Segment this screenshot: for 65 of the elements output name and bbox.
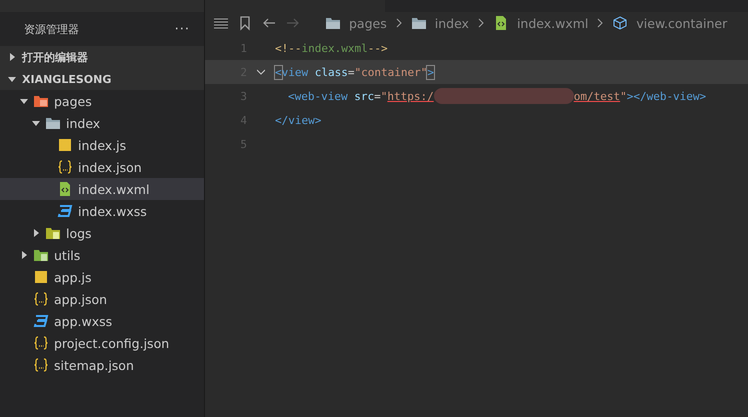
braces-icon — [57, 159, 73, 175]
css-file-icon — [57, 203, 73, 219]
braces-icon — [33, 291, 49, 307]
code-token: <!-- — [275, 42, 302, 54]
fold-chevron-icon[interactable] — [257, 68, 265, 76]
tree-item[interactable]: index — [0, 112, 204, 134]
code-token: " — [380, 90, 388, 102]
code-token: " — [620, 90, 627, 102]
more-button[interactable]: ··· — [174, 22, 190, 36]
code-token: "container" — [354, 66, 428, 78]
tree-item[interactable]: app.wxss — [0, 310, 204, 332]
chevron-icon — [476, 18, 485, 28]
chevron-icon — [394, 18, 403, 28]
tree-item[interactable]: index.wxml — [0, 178, 204, 200]
code-token: = — [348, 66, 354, 78]
folder-icon — [325, 15, 341, 31]
folder-icon — [33, 247, 49, 263]
braces-icon — [33, 357, 49, 373]
code-token: index.wxml — [302, 42, 368, 54]
caret-down-icon — [32, 119, 40, 127]
code-token: view — [282, 66, 308, 78]
tree-item[interactable]: logs — [0, 222, 204, 244]
js-file-icon — [57, 137, 73, 153]
folder-icon — [33, 93, 49, 109]
section-header[interactable]: XIANGLESONG — [0, 68, 204, 90]
breadcrumb-item[interactable]: pages — [349, 16, 387, 30]
code-token: = — [374, 90, 381, 102]
css-file-icon — [33, 313, 49, 329]
tree-item[interactable]: index.wxss — [0, 200, 204, 222]
code-token: </view> — [275, 114, 322, 126]
code-token: <web-view — [288, 90, 348, 102]
code-token: src — [353, 90, 374, 102]
tree-item[interactable]: app.js — [0, 266, 204, 288]
caret-down-icon — [8, 75, 16, 83]
panel-title: 资源管理器 — [24, 22, 79, 36]
code-token: < — [275, 66, 282, 78]
caret-right-icon — [20, 251, 28, 259]
folder-icon — [45, 115, 61, 131]
tree-item[interactable]: index.json — [0, 156, 204, 178]
tree-item[interactable]: sitemap.json — [0, 354, 204, 376]
folder-icon — [410, 15, 427, 31]
tree-item[interactable]: pages — [0, 90, 204, 112]
chevron-icon — [596, 18, 604, 28]
code-token: om/test — [574, 90, 620, 102]
code-token: > — [427, 66, 434, 78]
breadcrumb-item[interactable]: index.wxml — [516, 16, 588, 30]
caret-down-icon — [20, 97, 28, 105]
code-token: ></web-view> — [626, 90, 706, 102]
tree-item[interactable]: utils — [0, 244, 204, 266]
section-header[interactable]: 打开的编辑器 — [0, 46, 204, 68]
code-file-icon — [57, 181, 73, 197]
breadcrumb-item[interactable]: index — [434, 16, 469, 30]
folder-icon — [45, 225, 61, 241]
caret-right-icon — [8, 53, 16, 61]
js-file-icon — [33, 269, 49, 285]
braces-icon — [33, 335, 49, 351]
tree-item[interactable]: app.json — [0, 288, 204, 310]
code-token: --> — [368, 42, 388, 54]
breadcrumb-item[interactable]: view.container — [636, 16, 728, 30]
caret-right-icon — [32, 229, 40, 237]
code-token: https:/ — [387, 90, 434, 102]
tree-item[interactable]: index.js — [0, 134, 204, 156]
code-token: class — [314, 66, 348, 78]
cube-icon — [612, 15, 628, 31]
tree-item[interactable]: project.config.json — [0, 332, 204, 354]
